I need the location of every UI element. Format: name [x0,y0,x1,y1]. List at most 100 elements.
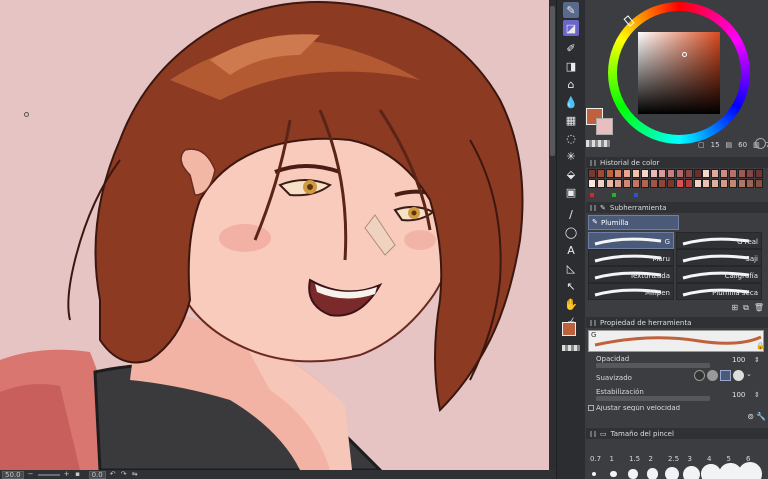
history-swatch[interactable] [728,179,737,188]
transparent-color-icon[interactable] [562,345,580,351]
history-swatch[interactable] [711,179,720,188]
history-swatch[interactable] [588,169,596,178]
hand-tool-icon[interactable]: ✋ [563,296,579,312]
tool-property-header[interactable]: Propiedad de herramienta [586,317,768,328]
history-swatch[interactable] [737,179,746,188]
brush-item[interactable]: Millpen [588,283,674,300]
zoom-out-icon[interactable]: − [27,471,35,478]
history-swatch[interactable] [746,169,755,178]
history-swatch[interactable] [667,169,676,178]
ruler-tool-icon[interactable]: ∕ [563,206,579,222]
history-swatch[interactable] [684,179,693,188]
pen-tool-icon[interactable]: ✎ [563,2,579,18]
history-swatch[interactable] [684,169,693,178]
history-swatch[interactable] [702,169,711,178]
history-swatch[interactable] [632,169,640,178]
grid-tool-icon[interactable]: ▦ [563,112,579,128]
vector-tool-icon[interactable]: ◺ [563,260,579,276]
history-swatch[interactable] [605,179,614,188]
scrollbar-thumb[interactable] [550,6,555,156]
history-swatch[interactable] [693,169,702,178]
fill-tool-icon[interactable]: ⌂ [563,76,579,92]
history-swatch[interactable] [658,169,667,178]
brush-item[interactable]: Caligrafía [676,266,762,283]
smoothing-high-icon[interactable] [733,370,744,381]
copy-subtool-icon[interactable]: ⧉ [743,303,749,313]
history-swatch[interactable] [596,179,605,188]
text-tool-icon[interactable]: A [563,242,579,258]
history-swatch[interactable] [737,169,746,178]
zoom-slider[interactable] [37,473,60,476]
brush-item[interactable]: Texturizada [588,266,674,283]
operation-tool-icon[interactable]: ↖ [563,278,579,294]
panel-grip-icon[interactable] [590,159,596,166]
sparkle-tool-icon[interactable]: ✳ [563,148,579,164]
brush-size-dot[interactable] [737,461,763,479]
history-swatch[interactable] [614,169,623,178]
brush-size-dot[interactable] [701,464,721,479]
stabilization-stepper-icon[interactable]: ⇕ [754,391,760,399]
history-swatch[interactable] [605,169,614,178]
history-swatch[interactable] [640,169,649,178]
sub-color-chip[interactable] [596,118,613,135]
panel-grip-icon[interactable] [590,204,596,211]
history-swatch[interactable] [755,169,764,178]
brush-item[interactable]: G real [676,232,762,249]
brush-item[interactable]: Maru [588,249,674,266]
delete-subtool-icon[interactable]: 🗑 [754,303,764,313]
transparent-chip[interactable] [586,140,610,147]
drawing-canvas[interactable] [0,0,556,470]
stabilization-slider[interactable] [596,396,710,401]
history-swatch[interactable] [667,179,676,188]
history-swatch[interactable] [746,179,755,188]
history-swatch[interactable] [623,169,632,178]
brush-item[interactable]: G [588,232,674,249]
history-swatch[interactable] [596,169,605,178]
brush-size-dot[interactable] [610,470,617,478]
history-swatch[interactable] [588,179,596,188]
history-swatch[interactable] [658,179,667,188]
history-swatch[interactable] [755,179,764,188]
add-subtool-icon[interactable]: ⊞ [731,303,738,313]
speed-adjust-checkbox[interactable] [588,405,594,411]
opacity-slider[interactable] [596,363,710,368]
brush-item[interactable]: Saji [676,249,762,266]
rotation-value[interactable]: 0.0 [88,470,106,479]
gradient-tool-icon[interactable]: ▣ [563,184,579,200]
rotate-left-icon[interactable]: ↶ [109,471,117,478]
flip-icon[interactable]: ⇋ [131,471,139,478]
subtool-group-tab[interactable]: ✎ Plumilla [588,215,679,230]
main-color-swatch[interactable] [562,322,576,336]
brush-size-header[interactable]: ▭ Tamaño del pincel [586,428,768,439]
opacity-value[interactable]: 100 [732,356,745,364]
brush-size-dot[interactable] [592,472,596,476]
color-history-header[interactable]: Historial de color [586,157,768,168]
lock-icon[interactable]: 🔒 [756,342,765,350]
subtool-header[interactable]: ✎ Subherramienta [586,202,768,213]
color-settings-icon[interactable] [755,138,766,149]
smoothing-none-icon[interactable] [694,370,705,381]
canvas-vertical-scrollbar[interactable] [549,0,556,470]
history-swatch[interactable] [649,179,658,188]
brush-size-dot[interactable] [646,468,659,479]
smoothing-dropdown-icon[interactable]: ⌄ [746,370,752,381]
zoom-in-icon[interactable]: + [63,471,71,478]
tool-property-wrench-icon[interactable]: 🔧 [756,412,766,421]
history-swatch[interactable] [728,169,737,178]
history-swatch[interactable] [676,179,684,188]
panel-grip-icon[interactable] [590,430,596,437]
color-wheel[interactable] [608,2,750,144]
history-swatch[interactable] [693,179,702,188]
history-swatch[interactable] [649,169,658,178]
history-swatch[interactable] [623,179,632,188]
airbrush-tool-icon[interactable]: ◪ [563,20,579,36]
history-swatch[interactable] [676,169,684,178]
history-swatch[interactable] [632,179,640,188]
smoothing-mid-icon[interactable] [720,370,731,381]
fill-bucket-icon[interactable]: ⬙ [563,166,579,182]
history-swatch[interactable] [720,169,728,178]
brush-tool-icon[interactable]: ✐ [563,40,579,56]
panel-grip-icon[interactable] [590,319,596,326]
history-swatch[interactable] [711,169,720,178]
rotate-right-icon[interactable]: ↷ [120,471,128,478]
